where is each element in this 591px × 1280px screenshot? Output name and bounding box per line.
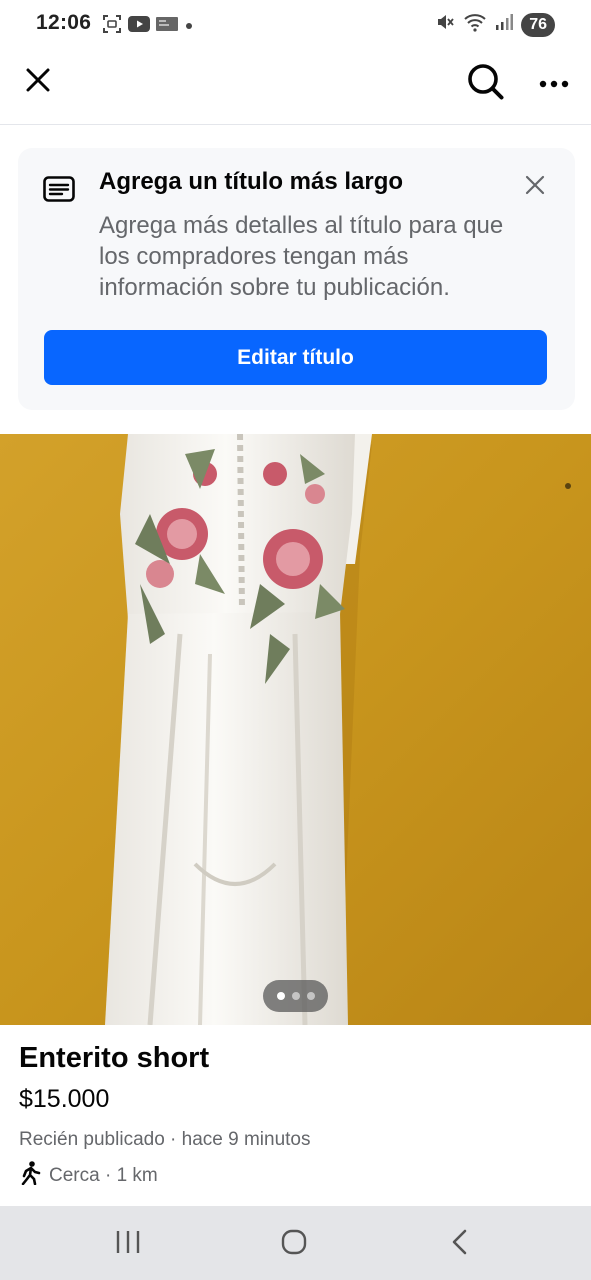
mute-icon xyxy=(435,12,455,37)
listing-title: Enterito short xyxy=(19,1042,210,1074)
tip-description: Agrega más detalles al título para que l… xyxy=(99,212,504,301)
home-icon xyxy=(280,1228,308,1261)
close-button[interactable] xyxy=(18,62,58,102)
title-text-icon xyxy=(43,176,75,207)
location-text: Cerca · 1 km xyxy=(49,1165,158,1186)
status-time: 12:06 xyxy=(36,11,92,34)
photo-pagination xyxy=(263,980,328,1012)
back-button[interactable] xyxy=(436,1224,484,1264)
system-nav-bar xyxy=(0,1206,591,1280)
pagination-dot-active xyxy=(276,992,285,1000)
recents-icon xyxy=(115,1230,141,1259)
more-options-button[interactable] xyxy=(532,66,576,102)
listing-posted-time: Recién publicado · hace 9 minutos xyxy=(19,1129,311,1150)
listing-location[interactable]: Cerca · 1 km xyxy=(19,1161,158,1191)
pagination-dot xyxy=(306,992,315,1000)
home-button[interactable] xyxy=(270,1224,318,1264)
cast-icon xyxy=(156,16,178,37)
status-right-icons: 76 xyxy=(435,12,555,37)
pagination-dot xyxy=(291,992,300,1000)
tip-close-button[interactable] xyxy=(518,170,552,204)
jumpsuit-photo-image xyxy=(0,434,591,1025)
walking-person-icon xyxy=(19,1161,41,1191)
back-icon xyxy=(450,1228,470,1261)
close-icon xyxy=(525,175,545,200)
more-icon xyxy=(539,75,569,93)
recents-button[interactable] xyxy=(104,1226,152,1262)
screenshot-icon xyxy=(102,14,122,39)
search-icon xyxy=(467,63,505,106)
wifi-icon xyxy=(463,12,487,37)
title-tip-card: Agrega un título más largo Agrega más de… xyxy=(18,148,575,410)
listing-price: $15.000 xyxy=(19,1085,110,1113)
search-button[interactable] xyxy=(464,62,508,106)
signal-icon xyxy=(495,13,514,36)
battery-indicator: 76 xyxy=(521,12,555,37)
youtube-icon xyxy=(128,16,150,37)
app-bar xyxy=(0,48,591,125)
close-icon xyxy=(24,66,52,99)
edit-title-button[interactable]: Editar título xyxy=(44,330,547,385)
notification-dot-icon xyxy=(184,18,194,36)
status-left-icons xyxy=(102,14,194,39)
status-bar: 12:06 76 xyxy=(0,0,591,48)
tip-title: Agrega un título más largo xyxy=(99,168,404,195)
listing-photo[interactable] xyxy=(0,434,591,1025)
